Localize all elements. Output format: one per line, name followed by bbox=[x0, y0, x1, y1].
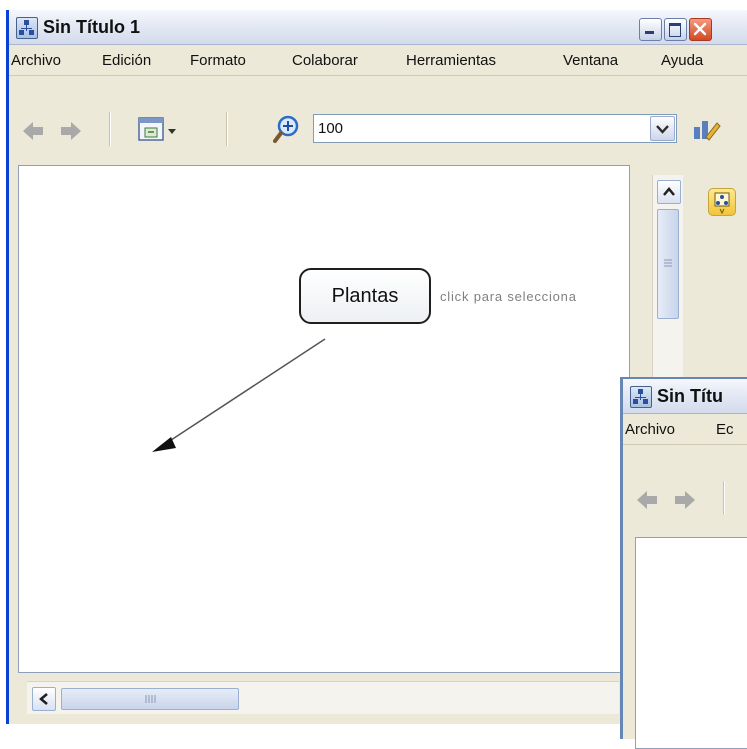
window-title: Sin Título 1 bbox=[43, 17, 140, 37]
app-icon bbox=[630, 386, 652, 408]
maximize-button[interactable] bbox=[664, 18, 687, 41]
collaborate-glyph-icon bbox=[714, 192, 730, 215]
menu-formato[interactable]: Formato bbox=[190, 52, 246, 69]
minimize-button[interactable] bbox=[639, 18, 662, 41]
second-menu-bar: Archivo Ec bbox=[623, 414, 747, 445]
minimize-icon bbox=[645, 31, 654, 34]
menu-herramientas[interactable]: Herramientas bbox=[406, 52, 496, 69]
menu-edicion[interactable]: Ec bbox=[716, 421, 734, 438]
arrow-icon[interactable] bbox=[19, 166, 629, 672]
grip-icon bbox=[145, 695, 156, 703]
zoom-value: 100 bbox=[318, 120, 344, 137]
concept-map-canvas[interactable] bbox=[18, 165, 630, 673]
second-title-bar[interactable]: Sin Títu bbox=[623, 379, 747, 414]
close-icon bbox=[693, 22, 707, 36]
vertical-scroll-thumb[interactable] bbox=[657, 209, 679, 319]
horizontal-scroll-thumb[interactable] bbox=[61, 688, 239, 710]
horizontal-scrollbar[interactable] bbox=[27, 681, 619, 714]
zoom-in-icon[interactable] bbox=[273, 114, 303, 144]
zoom-dropdown-button[interactable] bbox=[650, 116, 675, 141]
zoom-combo[interactable]: 100 bbox=[313, 114, 677, 143]
menu-archivo[interactable]: Archivo bbox=[11, 52, 61, 69]
grip-icon bbox=[664, 259, 672, 267]
second-canvas[interactable] bbox=[635, 537, 747, 749]
forward-arrow-icon[interactable] bbox=[671, 487, 697, 513]
selection-hint: click para selecciona bbox=[440, 289, 577, 304]
app-icon bbox=[16, 17, 38, 39]
menu-bar: Archivo Edición Formato Colaborar Herram… bbox=[9, 45, 747, 76]
chevron-left-icon bbox=[39, 693, 48, 705]
chevron-down-icon bbox=[656, 125, 669, 134]
forward-arrow-icon[interactable] bbox=[57, 118, 83, 144]
second-toolbar bbox=[623, 445, 747, 535]
concept-node[interactable]: Plantas bbox=[299, 268, 431, 324]
close-button[interactable] bbox=[689, 18, 712, 41]
maximize-icon bbox=[669, 23, 681, 37]
scroll-up-button[interactable] bbox=[657, 180, 681, 204]
title-bar[interactable]: Sin Título 1 bbox=[9, 10, 747, 45]
second-window-title: Sin Títu bbox=[657, 386, 723, 406]
toolbar: 100 bbox=[9, 76, 747, 166]
back-arrow-icon[interactable] bbox=[21, 118, 47, 144]
collaborate-icon[interactable] bbox=[708, 188, 736, 216]
scroll-left-button[interactable] bbox=[32, 687, 56, 711]
toolbar-separator bbox=[723, 481, 725, 515]
toolbar-separator bbox=[226, 112, 228, 146]
menu-colaborar[interactable]: Colaborar bbox=[292, 52, 358, 69]
menu-ayuda[interactable]: Ayuda bbox=[661, 52, 703, 69]
menu-edicion[interactable]: Edición bbox=[102, 52, 151, 69]
edit-icon[interactable] bbox=[691, 115, 721, 145]
chevron-up-icon bbox=[663, 187, 675, 196]
menu-archivo[interactable]: Archivo bbox=[625, 421, 675, 438]
menu-ventana[interactable]: Ventana bbox=[563, 52, 618, 69]
concept-node-label: Plantas bbox=[331, 285, 399, 307]
back-arrow-icon[interactable] bbox=[635, 487, 661, 513]
view-map-icon[interactable] bbox=[137, 116, 177, 146]
toolbar-separator bbox=[109, 112, 111, 146]
second-window: Sin Títu Archivo Ec bbox=[620, 377, 747, 749]
